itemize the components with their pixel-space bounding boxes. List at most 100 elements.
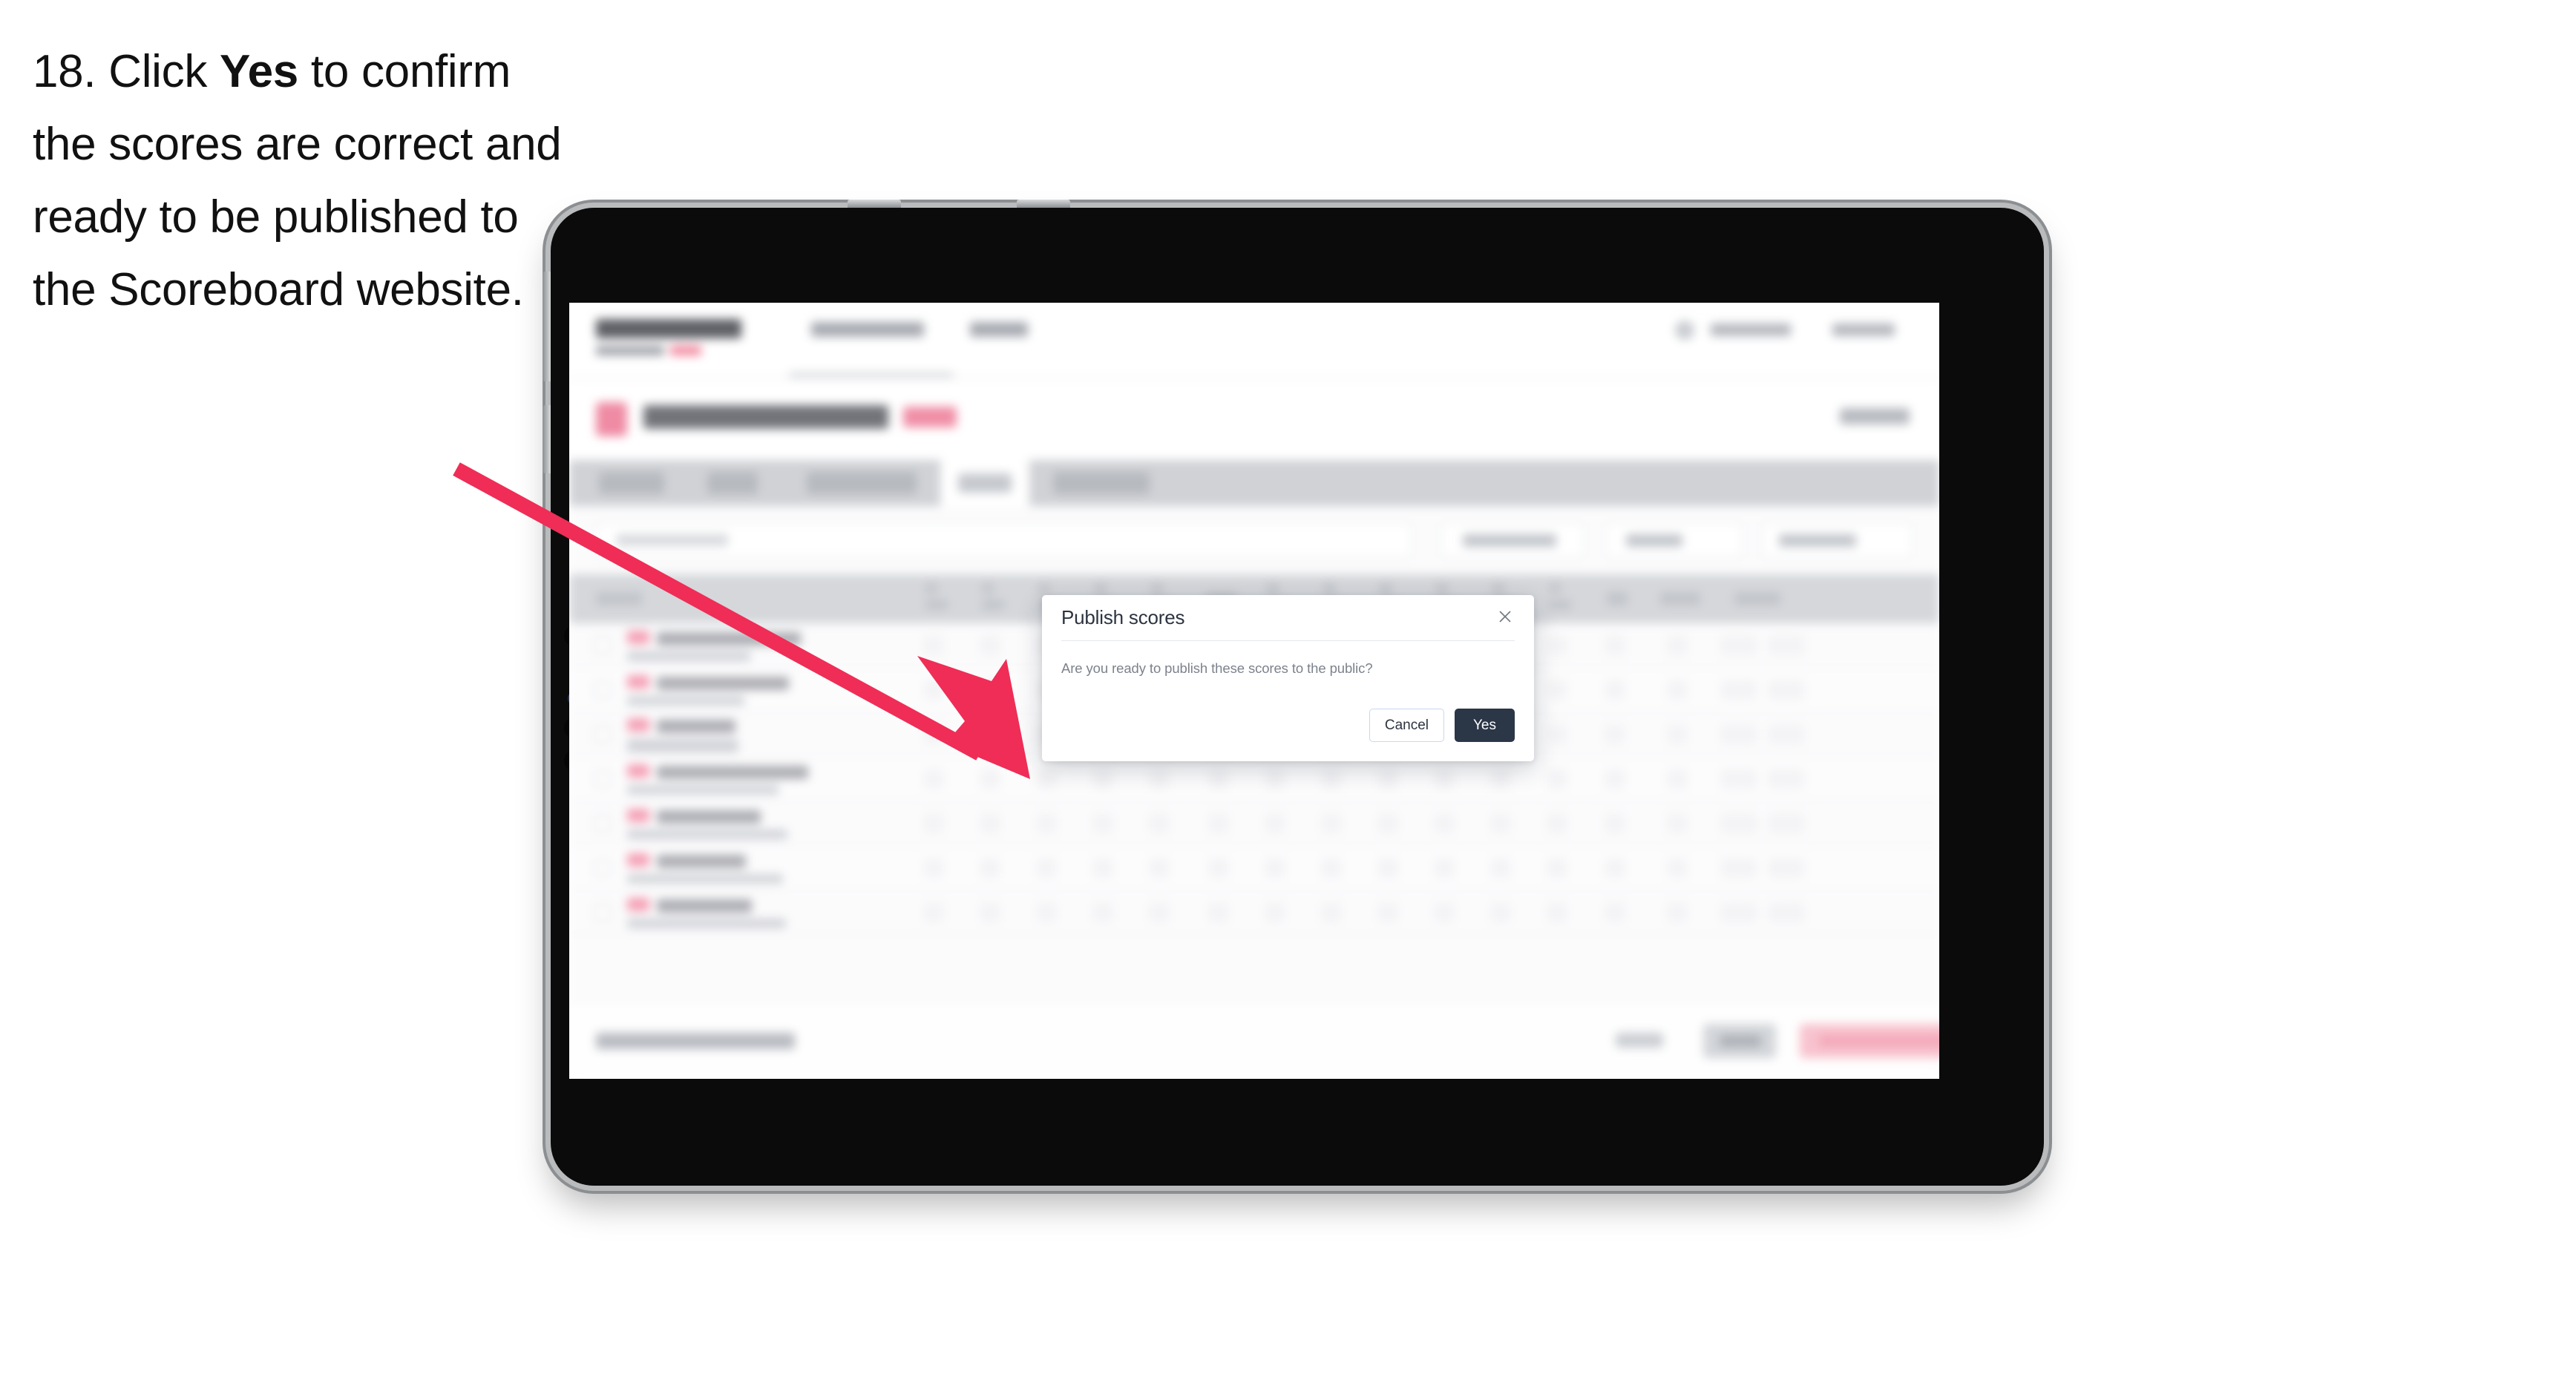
app-top-nav bbox=[569, 303, 1939, 378]
th-hole bbox=[1436, 583, 1448, 594]
row-score-cell[interactable] bbox=[1491, 903, 1510, 922]
row-score-cell[interactable] bbox=[980, 858, 1000, 878]
close-icon[interactable] bbox=[1492, 604, 1518, 629]
page-title-action-link[interactable] bbox=[1840, 408, 1910, 424]
row-score-cell[interactable] bbox=[924, 680, 943, 700]
nav-user-name[interactable] bbox=[1711, 323, 1791, 336]
row-score-cell[interactable] bbox=[1547, 858, 1567, 878]
row-score-cell[interactable] bbox=[1491, 814, 1510, 833]
row-score-cell[interactable] bbox=[1378, 858, 1397, 878]
row-score-cell[interactable] bbox=[1093, 769, 1112, 789]
row-checkbox[interactable] bbox=[594, 682, 611, 698]
cancel-button[interactable]: Cancel bbox=[1369, 709, 1444, 742]
row-in-cell bbox=[1605, 636, 1625, 655]
row-score-cell[interactable] bbox=[980, 769, 1000, 789]
row-score-cell[interactable] bbox=[1093, 858, 1112, 878]
row-score-cell[interactable] bbox=[1322, 903, 1341, 922]
table-row[interactable] bbox=[569, 890, 1939, 935]
row-score-cell[interactable] bbox=[1265, 858, 1285, 878]
dialog-actions: Cancel Yes bbox=[1369, 709, 1515, 742]
row-score-cell[interactable] bbox=[1322, 769, 1341, 789]
row-total-cell bbox=[1668, 725, 1687, 744]
row-score-cell[interactable] bbox=[924, 858, 943, 878]
dialog-message: Are you ready to publish these scores to… bbox=[1061, 660, 1373, 676]
row-score-cell[interactable] bbox=[980, 680, 1000, 700]
th-hole bbox=[925, 600, 948, 610]
row-score-cell[interactable] bbox=[924, 725, 943, 744]
row-score-cell[interactable] bbox=[1150, 903, 1169, 922]
tab-leaderboard[interactable] bbox=[1053, 472, 1150, 494]
row-score-cell[interactable] bbox=[980, 903, 1000, 922]
row-in-cell bbox=[1605, 680, 1625, 700]
row-score-cell[interactable] bbox=[1378, 903, 1397, 922]
row-score-cell[interactable] bbox=[980, 725, 1000, 744]
row-score-cell[interactable] bbox=[924, 814, 943, 833]
tab-details[interactable] bbox=[599, 472, 664, 494]
row-score-cell[interactable] bbox=[924, 636, 943, 655]
row-score-cell[interactable] bbox=[1378, 814, 1397, 833]
row-checkbox[interactable] bbox=[594, 904, 611, 921]
row-score-cell[interactable] bbox=[924, 769, 943, 789]
row-score-cell[interactable] bbox=[980, 636, 1000, 655]
row-score-cell[interactable] bbox=[1547, 814, 1567, 833]
row-total-cell bbox=[1668, 858, 1687, 878]
row-score-cell[interactable] bbox=[1547, 636, 1567, 655]
row-score-cell[interactable] bbox=[1435, 903, 1454, 922]
row-player-name bbox=[657, 899, 752, 913]
nav-link-teams[interactable] bbox=[970, 322, 1028, 337]
row-score-cell[interactable] bbox=[1150, 814, 1169, 833]
row-score-cell[interactable] bbox=[1265, 769, 1285, 789]
footer-publish-button[interactable] bbox=[1800, 1024, 1939, 1058]
row-score-cell[interactable] bbox=[1378, 769, 1397, 789]
row-score-cell[interactable] bbox=[1547, 769, 1567, 789]
table-row[interactable] bbox=[569, 757, 1939, 801]
row-score-cell[interactable] bbox=[1435, 858, 1454, 878]
row-score-cell[interactable] bbox=[1435, 769, 1454, 789]
row-in-cell bbox=[1605, 769, 1625, 789]
footer-save-button[interactable] bbox=[1703, 1024, 1776, 1058]
notifications-icon[interactable] bbox=[1675, 321, 1694, 340]
row-checkbox[interactable] bbox=[594, 815, 611, 832]
tab-teams[interactable] bbox=[707, 472, 758, 494]
row-score-cell[interactable] bbox=[1037, 814, 1056, 833]
row-score-cell[interactable] bbox=[1322, 858, 1341, 878]
row-score-cell[interactable] bbox=[1547, 725, 1567, 744]
row-status-cell bbox=[1721, 769, 1757, 789]
row-score-cell[interactable] bbox=[1491, 858, 1510, 878]
row-score-cell[interactable] bbox=[1491, 769, 1510, 789]
row-score-cell[interactable] bbox=[1037, 769, 1056, 789]
caption-text-before: Click bbox=[96, 46, 220, 97]
row-score-cell[interactable] bbox=[1093, 903, 1112, 922]
tab-course-setup[interactable] bbox=[807, 472, 917, 494]
row-score-cell[interactable] bbox=[924, 903, 943, 922]
nav-link-tournaments[interactable] bbox=[811, 322, 924, 337]
row-in-cell bbox=[1605, 858, 1625, 878]
row-player-name bbox=[657, 810, 761, 824]
footer-cancel-link[interactable] bbox=[1616, 1033, 1663, 1048]
row-player-club bbox=[627, 696, 744, 706]
row-total-cell bbox=[1668, 769, 1687, 789]
row-score-cell[interactable] bbox=[980, 814, 1000, 833]
table-row[interactable] bbox=[569, 846, 1939, 890]
row-score-cell[interactable] bbox=[1037, 903, 1056, 922]
row-score-cell[interactable] bbox=[1322, 814, 1341, 833]
row-score-cell[interactable] bbox=[1547, 903, 1567, 922]
row-player-club bbox=[627, 830, 787, 839]
row-score-cell[interactable] bbox=[1150, 858, 1169, 878]
row-checkbox[interactable] bbox=[594, 637, 611, 654]
row-flag-icon bbox=[627, 718, 649, 732]
th-status bbox=[1734, 592, 1780, 605]
row-score-cell[interactable] bbox=[1265, 814, 1285, 833]
nav-signout-link[interactable] bbox=[1832, 323, 1895, 336]
row-checkbox[interactable] bbox=[594, 726, 611, 743]
row-score-cell[interactable] bbox=[1547, 680, 1567, 700]
table-row[interactable] bbox=[569, 801, 1939, 846]
row-score-cell[interactable] bbox=[1093, 814, 1112, 833]
row-checkbox[interactable] bbox=[594, 860, 611, 876]
yes-button[interactable]: Yes bbox=[1455, 709, 1515, 742]
row-score-cell[interactable] bbox=[1150, 769, 1169, 789]
row-score-cell[interactable] bbox=[1435, 814, 1454, 833]
row-score-cell[interactable] bbox=[1265, 903, 1285, 922]
row-checkbox[interactable] bbox=[594, 771, 611, 787]
row-score-cell[interactable] bbox=[1037, 858, 1056, 878]
